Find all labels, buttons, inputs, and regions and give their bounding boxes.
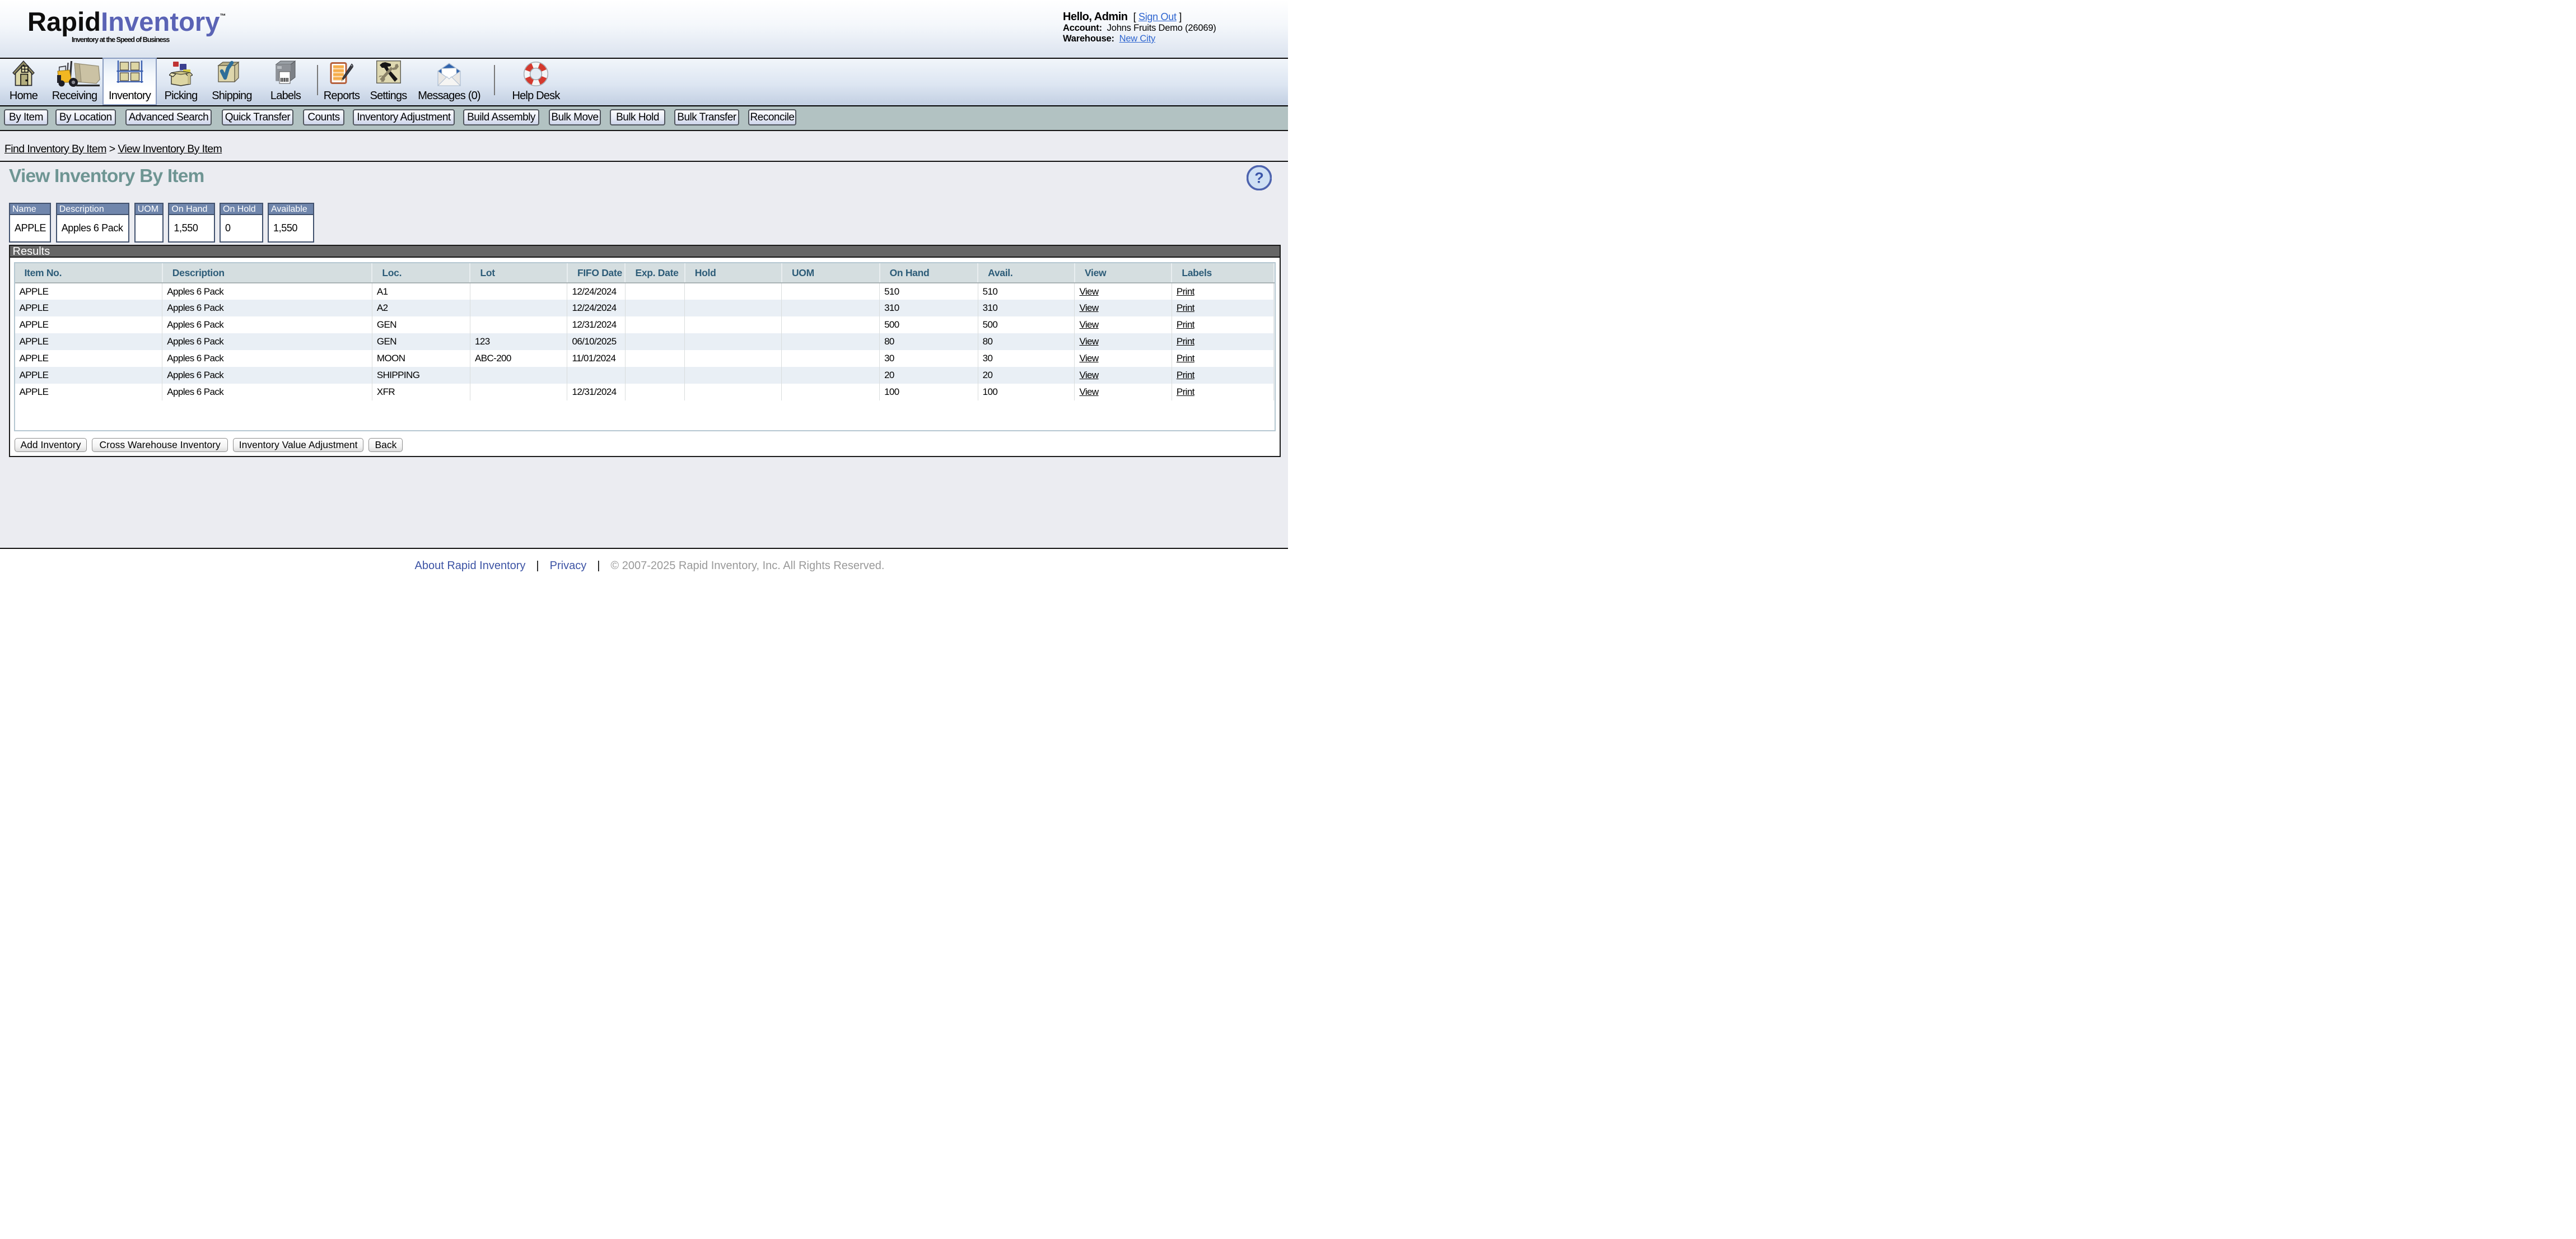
svg-text:?: ?	[1254, 170, 1264, 187]
